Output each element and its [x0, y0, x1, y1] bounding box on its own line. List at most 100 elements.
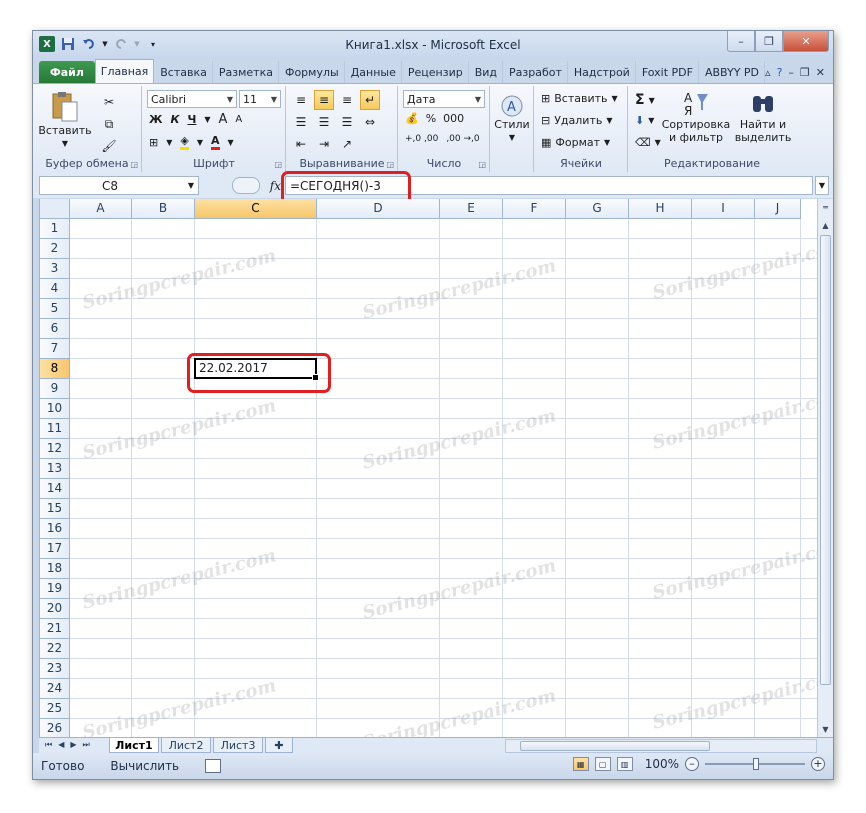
grow-font-button[interactable]: A	[219, 112, 228, 127]
bold-button[interactable]: Ж	[149, 113, 162, 126]
font-size-combo[interactable]: 11 ▼	[239, 90, 281, 108]
horizontal-scroll-thumb[interactable]	[520, 741, 710, 751]
increase-indent-icon[interactable]: ⇥	[314, 134, 334, 154]
tab-insert[interactable]: Вставка	[154, 61, 213, 83]
clear-button[interactable]: ⌫ ▼	[635, 136, 661, 149]
delete-cells-dropdown-icon[interactable]: ▼	[606, 116, 612, 125]
wrap-text-icon[interactable]: ↵	[360, 90, 380, 110]
cell-area[interactable]: Soringpcrepair.com Soringpcrepair.com Sori…	[70, 219, 818, 737]
row-header-5[interactable]: 5	[40, 299, 70, 319]
find-select-button[interactable]: Найти и выделить	[733, 90, 793, 144]
select-all-corner[interactable]	[40, 199, 70, 219]
next-sheet-icon[interactable]: ▶	[70, 740, 76, 750]
prev-sheet-icon[interactable]: ◀	[58, 740, 64, 750]
font-name-dropdown-icon[interactable]: ▼	[227, 95, 233, 104]
row-header-23[interactable]: 23	[40, 659, 70, 679]
italic-button[interactable]: К	[170, 113, 179, 126]
column-header-h[interactable]: H	[629, 199, 692, 219]
row-header-17[interactable]: 17	[40, 539, 70, 559]
row-header-25[interactable]: 25	[40, 699, 70, 719]
percent-button[interactable]: %	[426, 112, 436, 125]
sheet-tab-2[interactable]: Лист2	[161, 738, 211, 753]
tab-page-layout[interactable]: Разметка	[213, 61, 279, 83]
autosum-button[interactable]: Σ ▼	[635, 92, 655, 108]
paste-button[interactable]: Вставить ▼	[38, 90, 92, 150]
decrease-decimal-button[interactable]: ,00 →,0	[446, 134, 479, 144]
scroll-up-icon[interactable]: ▲	[818, 217, 833, 233]
normal-view-icon[interactable]: ▦	[572, 757, 589, 771]
row-header-4[interactable]: 4	[40, 279, 70, 299]
row-header-11[interactable]: 11	[40, 419, 70, 439]
doc-restore-icon[interactable]: ❐	[800, 66, 810, 79]
spreadsheet-grid[interactable]: A B C D E F G H I J 1 2 3 4 5 6 7 8 9 10 11 12 13 14 15 16 17 18 19 2…	[39, 199, 818, 737]
number-format-dropdown-icon[interactable]: ▼	[475, 95, 481, 104]
macro-record-icon[interactable]	[205, 759, 222, 773]
column-header-i[interactable]: I	[692, 199, 755, 219]
row-header-10[interactable]: 10	[40, 399, 70, 419]
doc-minimize-icon[interactable]: –	[788, 66, 794, 79]
row-header-18[interactable]: 18	[40, 559, 70, 579]
zoom-in-icon[interactable]: +	[811, 757, 825, 771]
font-color-dropdown-icon[interactable]: ▼	[228, 138, 234, 147]
tab-home[interactable]: Главная	[94, 59, 155, 83]
font-name-combo[interactable]: Calibri ▼	[147, 90, 237, 108]
styles-dropdown-icon[interactable]: ▼	[509, 131, 515, 144]
zoom-slider-knob[interactable]	[753, 758, 759, 770]
fill-color-icon[interactable]: ◈	[180, 134, 189, 150]
row-header-1[interactable]: 1	[40, 219, 70, 239]
sheet-tab-3[interactable]: Лист3	[213, 738, 263, 753]
copy-icon[interactable]: ⧉	[99, 114, 119, 134]
autosum-dropdown-icon[interactable]: ▼	[649, 96, 655, 105]
row-header-15[interactable]: 15	[40, 499, 70, 519]
vertical-scroll-thumb[interactable]	[820, 235, 831, 685]
number-format-combo[interactable]: Дата ▼	[403, 90, 485, 108]
format-cells-dropdown-icon[interactable]: ▼	[604, 138, 610, 147]
row-header-14[interactable]: 14	[40, 479, 70, 499]
row-header-2[interactable]: 2	[40, 239, 70, 259]
increase-decimal-button[interactable]: +,0 ,00	[405, 134, 438, 144]
vertical-scrollbar[interactable]: ═ ▲ ▼	[817, 199, 833, 737]
name-box-dropdown-icon[interactable]: ▼	[188, 181, 194, 190]
row-header-26[interactable]: 26	[40, 719, 70, 737]
close-button[interactable]: ✕	[783, 31, 829, 52]
shrink-font-button[interactable]: A	[235, 114, 242, 125]
align-middle-icon[interactable]: ≡	[314, 90, 334, 110]
sheet-tab-1[interactable]: Лист1	[109, 738, 159, 753]
insert-sheet-icon[interactable]: ✚	[265, 738, 293, 753]
doc-close-icon[interactable]: ✕	[816, 66, 825, 79]
align-left-icon[interactable]: ☰	[291, 112, 311, 132]
tab-review[interactable]: Рецензир	[402, 61, 469, 83]
row-header-12[interactable]: 12	[40, 439, 70, 459]
align-top-icon[interactable]: ≡	[291, 90, 311, 110]
column-header-b[interactable]: B	[132, 199, 195, 219]
sort-filter-button[interactable]: АЯ Сортировка и фильтр	[661, 90, 731, 144]
tab-view[interactable]: Вид	[469, 61, 504, 83]
tab-foxit-pdf[interactable]: Foxit PDF	[636, 61, 699, 83]
insert-cells-dropdown-icon[interactable]: ▼	[611, 94, 617, 103]
page-break-view-icon[interactable]: ▥	[616, 757, 633, 771]
insert-cells-button[interactable]: ⊞ Вставить ▼	[541, 92, 618, 105]
formula-bar-handle-icon[interactable]	[231, 177, 260, 194]
align-center-icon[interactable]: ☰	[314, 112, 334, 132]
row-header-3[interactable]: 3	[40, 259, 70, 279]
column-header-e[interactable]: E	[440, 199, 503, 219]
column-header-j[interactable]: J	[755, 199, 801, 219]
number-launcher-icon[interactable]: ◲	[478, 160, 486, 169]
tab-file[interactable]: Файл	[39, 61, 95, 83]
formula-expand-icon[interactable]: ▼	[815, 176, 829, 195]
merge-center-icon[interactable]: ⇔	[360, 112, 380, 132]
borders-dropdown-icon[interactable]: ▼	[166, 138, 172, 147]
page-layout-view-icon[interactable]: ▢	[594, 757, 611, 771]
tab-addins[interactable]: Надстрой	[568, 61, 636, 83]
tab-formulas[interactable]: Формулы	[279, 61, 345, 83]
help-icon[interactable]: ?	[777, 66, 783, 79]
last-sheet-icon[interactable]: ⏭	[83, 740, 90, 750]
row-header-20[interactable]: 20	[40, 599, 70, 619]
zoom-slider[interactable]	[705, 757, 805, 771]
fill-color-dropdown-icon[interactable]: ▼	[197, 138, 203, 147]
status-calculate[interactable]: Вычислить	[110, 759, 179, 773]
thousands-button[interactable]: 000	[443, 112, 464, 125]
row-header-6[interactable]: 6	[40, 319, 70, 339]
zoom-level[interactable]: 100%	[645, 757, 679, 771]
clipboard-launcher-icon[interactable]: ◲	[130, 160, 138, 169]
